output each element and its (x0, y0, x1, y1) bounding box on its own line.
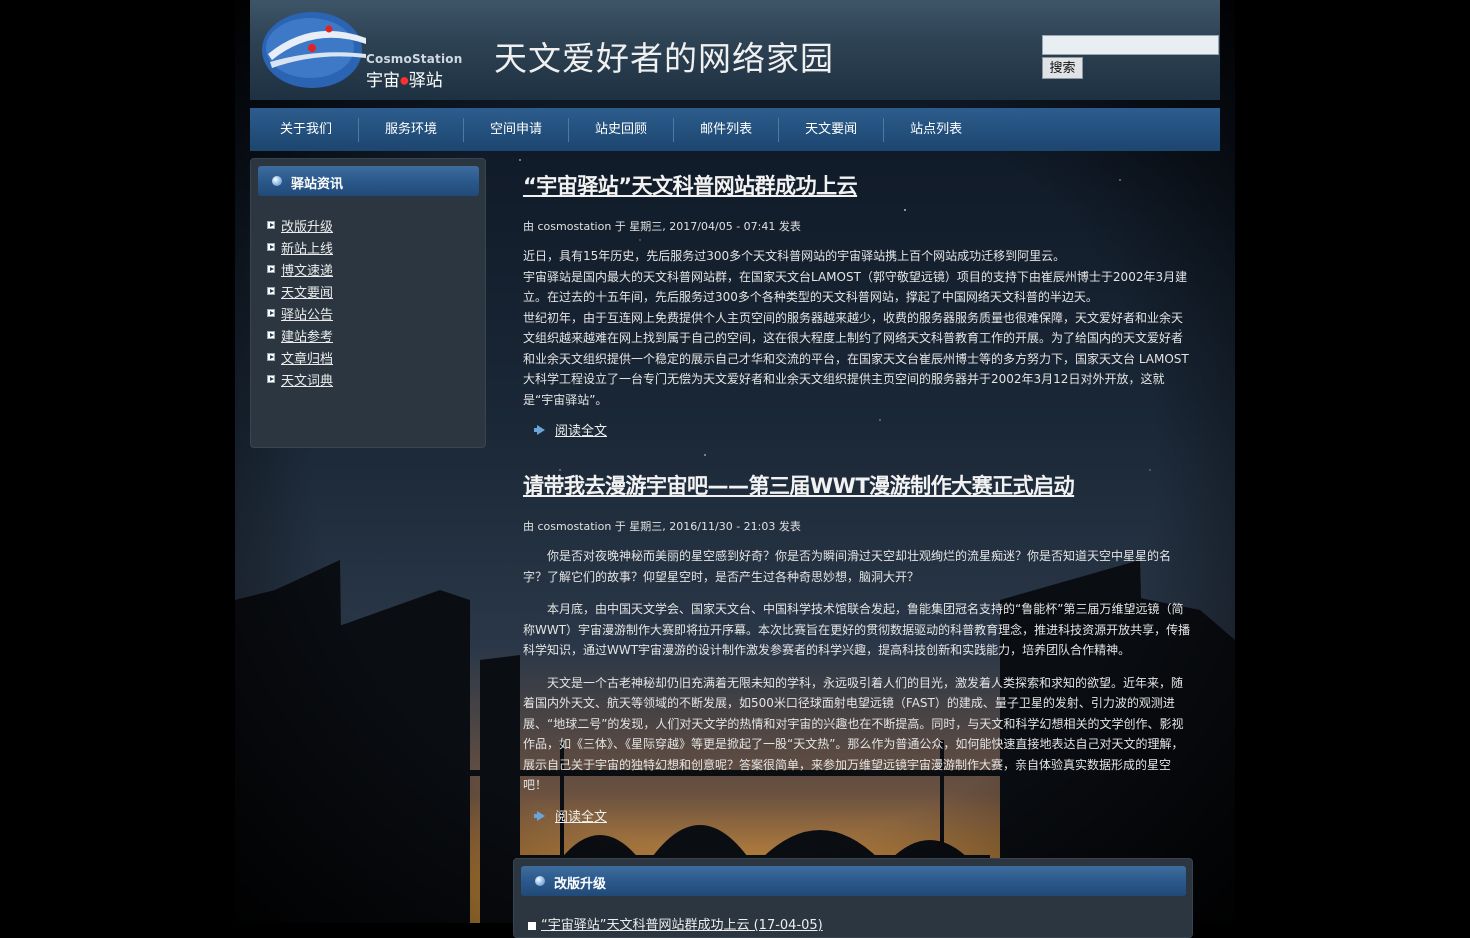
article-submitted-info: 由 cosmostation 于 星期三, 2017/04/05 - 07:41… (523, 220, 801, 233)
article-paragraph: 宇宙驿站是国内最大的天文科普网站群，在国家天文台LAMOST（郭守敬望远镜）项目… (523, 269, 1188, 305)
sidebar-link[interactable]: 建站参考 (281, 330, 333, 345)
sidebar-item: 驿站公告 (267, 305, 333, 327)
nav-divider (463, 117, 465, 142)
article-teaser: 请带我去漫游宇宙吧——第三届WWT漫游制作大赛正式启动 由 cosmostati… (523, 470, 1191, 826)
sidebar-link[interactable]: 天文要闻 (281, 286, 333, 301)
nav-link-apply[interactable]: 空间申请 (472, 108, 560, 151)
bullet-icon (535, 876, 545, 886)
nav-link-about[interactable]: 关于我们 (262, 108, 350, 151)
article-submitted-info: 由 cosmostation 于 星期三, 2016/11/30 - 21:03… (523, 520, 801, 533)
article-title-link[interactable]: “宇宙驿站”天文科普网站群成功上云 (523, 170, 1191, 200)
recent-title: 改版升级 (554, 877, 607, 892)
arrow-right-icon (267, 287, 275, 295)
nav-divider (568, 117, 570, 142)
arrow-right-icon (534, 810, 545, 821)
nav-link-mailing[interactable]: 邮件列表 (682, 108, 770, 151)
bullet-icon (272, 176, 282, 186)
nav-item-mailing: 邮件列表 (682, 108, 770, 151)
sidebar-menu: 改版升级 新站上线 博文速递 天文要闻 驿站公告 建站参考 文章归档 天文词典 (267, 217, 333, 393)
article-body: 近日，具有15年历史，先后服务过300多个天文科普网站的宇宙驿站携上百个网站成功… (523, 246, 1191, 410)
arrow-right-icon (267, 243, 275, 251)
nav-link-news[interactable]: 天文要闻 (787, 108, 875, 151)
sidebar-item: 天文要闻 (267, 283, 333, 305)
article-paragraph: 本月底，由中国天文学会、国家天文台、中国科学技术馆联合发起，鲁能集团冠名支持的“… (523, 602, 1191, 657)
arrow-right-icon (267, 353, 275, 361)
sidebar-item: 建站参考 (267, 327, 333, 349)
nav-item-news: 天文要闻 (787, 108, 875, 151)
main-content: “宇宙驿站”天文科普网站群成功上云 由 cosmostation 于 星期三, … (523, 170, 1191, 826)
site-logo[interactable]: CosmoStation 宇宙●驿站 (262, 8, 462, 92)
sidebar-item: 博文速递 (267, 261, 333, 283)
search-button[interactable]: 搜索 (1042, 57, 1083, 79)
recent-block: 改版升级 “宇宙驿站”天文科普网站群成功上云 (17-04-05) (513, 858, 1193, 938)
sidebar-title-bar: 驿站资讯 (258, 166, 479, 196)
sidebar-link[interactable]: 文章归档 (281, 352, 333, 367)
article-title-link[interactable]: 请带我去漫游宇宙吧——第三届WWT漫游制作大赛正式启动 (523, 470, 1191, 500)
logo-english-text: CosmoStation (366, 52, 463, 66)
search-input[interactable] (1042, 35, 1219, 55)
sidebar-link[interactable]: 天文词典 (281, 374, 333, 389)
sidebar-block: 驿站资讯 改版升级 新站上线 博文速递 天文要闻 驿站公告 建站参考 文章归档 … (250, 158, 486, 448)
article-teaser: “宇宙驿站”天文科普网站群成功上云 由 cosmostation 于 星期三, … (523, 170, 1191, 440)
sidebar-item: 改版升级 (267, 217, 333, 239)
nav-item-history: 站史回顾 (577, 108, 665, 151)
arrow-right-icon (534, 425, 545, 435)
read-more-link[interactable]: 阅读全文 (555, 424, 607, 439)
sidebar-link[interactable]: 驿站公告 (281, 308, 333, 323)
nav-item-sites: 站点列表 (892, 108, 980, 151)
cosmostation-logo-icon (262, 12, 366, 88)
arrow-right-icon (267, 265, 275, 273)
logo-dot-icon: ● (400, 75, 409, 87)
nav-divider (358, 117, 360, 142)
sidebar-link[interactable]: 博文速递 (281, 264, 333, 279)
recent-title-bar: 改版升级 (521, 866, 1186, 896)
article-paragraph: 你是否对夜晚神秘而美丽的星空感到好奇？你是否为瞬间滑过天空却壮观绚烂的流星痴迷？… (523, 549, 1172, 584)
arrow-right-icon (267, 331, 275, 339)
nav-divider (673, 117, 675, 142)
page-container: CosmoStation 宇宙●驿站 天文爱好者的网络家园 搜索 关于我们 服务… (250, 0, 1220, 938)
nav-divider (883, 117, 885, 142)
site-header: CosmoStation 宇宙●驿站 天文爱好者的网络家园 搜索 (250, 0, 1220, 100)
sidebar-link[interactable]: 改版升级 (281, 220, 333, 235)
arrow-right-icon (267, 309, 275, 317)
nav-divider (778, 117, 780, 142)
read-more: 阅读全文 (523, 420, 1191, 440)
nav-link-service[interactable]: 服务环境 (367, 108, 455, 151)
article-paragraph: 天文是一个古老神秘却仍旧充满着无限未知的学科，永远吸引着人们的目光，激发着人类探… (523, 675, 1184, 793)
article-body: 你是否对夜晚神秘而美丽的星空感到好奇？你是否为瞬间滑过天空却壮观绚烂的流星痴迷？… (523, 546, 1191, 796)
article-paragraph: 世纪初年，由于互连网上免费提供个人主页空间的服务器越来越少，收费的服务器服务质量… (523, 310, 1189, 407)
sidebar-item: 新站上线 (267, 239, 333, 261)
arrow-right-icon (267, 221, 275, 229)
read-more: 阅读全文 (523, 806, 1191, 826)
recent-list-item: “宇宙驿站”天文科普网站群成功上云 (17-04-05) (528, 914, 823, 933)
sidebar-title: 驿站资讯 (291, 177, 344, 192)
sidebar-link[interactable]: 新站上线 (281, 242, 333, 257)
sidebar-item: 天文词典 (267, 371, 333, 393)
main-navigation: 关于我们 服务环境 空间申请 站史回顾 邮件列表 天文要闻 站点列表 (250, 108, 1220, 151)
nav-item-service: 服务环境 (367, 108, 455, 151)
nav-link-sites[interactable]: 站点列表 (892, 108, 980, 151)
sidebar-item: 文章归档 (267, 349, 333, 371)
logo-cn-right: 驿站 (408, 71, 443, 91)
nav-link-history[interactable]: 站史回顾 (577, 108, 665, 151)
arrow-right-icon (267, 375, 275, 383)
recent-item-link[interactable]: “宇宙驿站”天文科普网站群成功上云 (17-04-05) (541, 918, 823, 933)
read-more-link[interactable]: 阅读全文 (555, 810, 607, 825)
logo-chinese-text: 宇宙●驿站 (366, 66, 443, 91)
nav-item-about: 关于我们 (262, 108, 350, 151)
logo-cn-left: 宇宙 (366, 71, 400, 91)
article-paragraph: 近日，具有15年历史，先后服务过300多个天文科普网站的宇宙驿站携上百个网站成功… (523, 249, 1066, 263)
nav-item-apply: 空间申请 (472, 108, 560, 151)
site-slogan: 天文爱好者的网络家园 (494, 39, 834, 78)
